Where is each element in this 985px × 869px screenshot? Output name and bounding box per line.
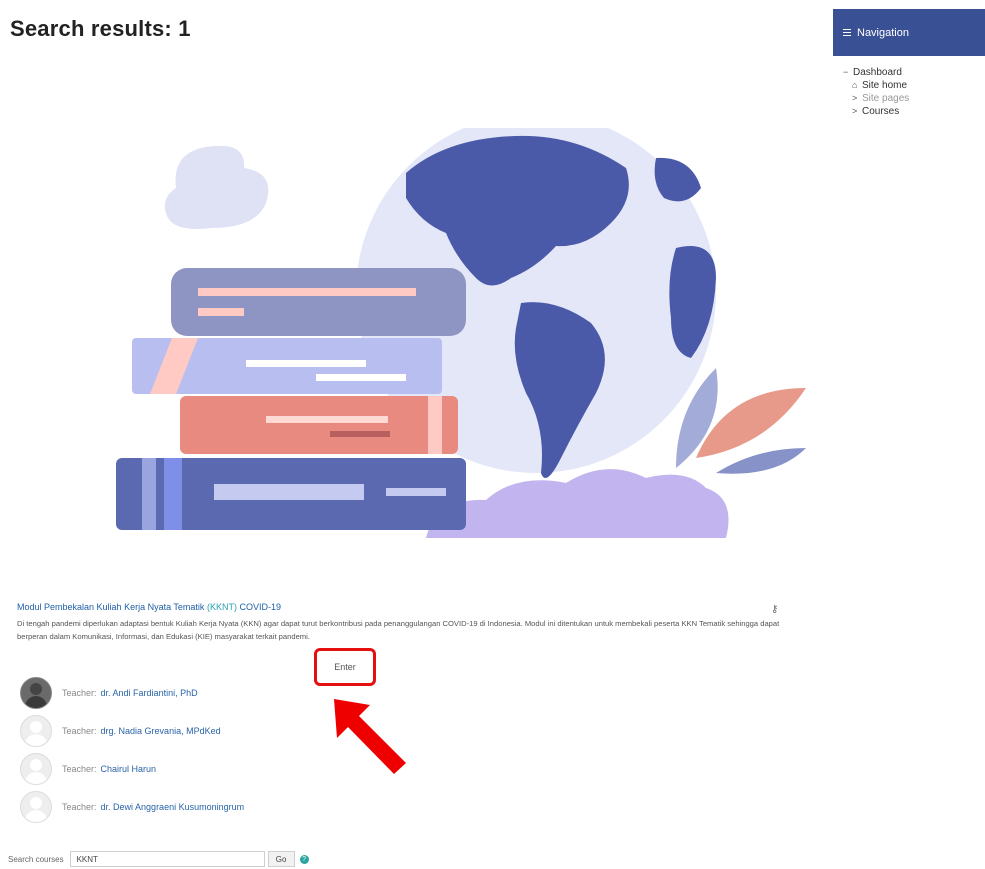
nav-item-label: Site pages [862, 93, 910, 104]
search-label: Search courses [8, 854, 64, 864]
teacher-item: Teacher: dr. Dewi Anggraeni Kusumoningru… [20, 789, 340, 825]
navigation-header[interactable]: Navigation [833, 9, 985, 56]
course-summary: Di tengah pandemi diperlukan adaptasi be… [17, 619, 780, 641]
book-bottom-stripe-2 [386, 488, 446, 496]
avatar[interactable] [20, 715, 52, 747]
expand-icon: > [852, 93, 858, 103]
expand-icon: > [852, 106, 858, 116]
teacher-item: Teacher: Chairul Harun [20, 751, 340, 787]
book-third [180, 396, 458, 454]
navigation-block: Navigation − Dashboard ⌂ Site home > Site p… [833, 9, 985, 118]
search-input[interactable] [69, 851, 265, 867]
teacher-name-link[interactable]: dr. Andi Fardiantini, PhD [101, 688, 198, 698]
nav-item-label: Courses [862, 106, 900, 117]
book-top-stripe-short [198, 308, 244, 316]
cloud-shape [164, 145, 269, 229]
book-top-stripe [198, 288, 416, 296]
teacher-role: Teacher: [62, 688, 97, 698]
course-image[interactable] [116, 128, 816, 538]
teacher-name-link[interactable]: Chairul Harun [101, 764, 157, 774]
course-title-link[interactable]: Modul Pembekalan Kuliah Kerja Nyata Tema… [17, 602, 782, 612]
navigation-title: Navigation [857, 26, 909, 39]
nav-item-label: Site home [862, 80, 908, 91]
nav-item-label: Dashboard [853, 67, 902, 78]
leaf-blue-2 [716, 448, 806, 474]
book-bottom-band-2 [164, 458, 182, 530]
book-second-stripe [246, 360, 366, 367]
nav-item-site-home[interactable]: ⌂ Site home [833, 79, 985, 92]
teacher-item: Teacher: drg. Nadia Grevania, MPdKed [20, 713, 340, 749]
book-third-stripe-2 [330, 431, 390, 437]
go-button[interactable]: Go [267, 851, 295, 867]
help-icon[interactable]: ? [299, 854, 309, 864]
book-third-band [428, 396, 442, 454]
home-icon: ⌂ [852, 80, 858, 90]
teacher-name-link[interactable]: drg. Nadia Grevania, MPdKed [101, 726, 221, 736]
course-title-prefix: Modul Pembekalan Kuliah Kerja Nyata Tema… [17, 602, 205, 612]
avatar[interactable] [20, 753, 52, 785]
book-bottom-stripe [214, 484, 364, 500]
course-title-suffix: COVID-19 [239, 602, 281, 612]
page-title: Search results: 1 [10, 16, 191, 41]
avatar[interactable] [20, 791, 52, 823]
book-second-stripe-2 [316, 374, 406, 381]
search-courses-form: Search courses Go ? [8, 851, 309, 867]
book-third-stripe [266, 416, 388, 423]
enter-button[interactable]: Enter [314, 648, 376, 686]
avatar[interactable] [20, 677, 52, 709]
teacher-role: Teacher: [62, 802, 97, 812]
navigation-tree: − Dashboard ⌂ Site home > Site pages > Cours… [833, 66, 985, 118]
book-top [171, 268, 466, 336]
teacher-item: Teacher: dr. Andi Fardiantini, PhD [20, 675, 340, 711]
teacher-role: Teacher: [62, 726, 97, 736]
nav-item-courses[interactable]: > Courses [833, 105, 985, 118]
annotation-arrow-icon [334, 699, 406, 774]
teacher-role: Teacher: [62, 764, 97, 774]
book-bottom-band [142, 458, 156, 530]
teacher-name-link[interactable]: dr. Dewi Anggraeni Kusumoningrum [101, 802, 245, 812]
continent-greenland [654, 157, 701, 202]
menu-icon [843, 27, 851, 38]
course-title-highlight: (KKNT) [206, 602, 237, 612]
self-enrol-key-icon: ⚷ [771, 604, 779, 615]
bush-shape [426, 469, 729, 538]
nav-item-site-pages[interactable]: > Site pages [833, 92, 985, 105]
nav-item-dashboard[interactable]: − Dashboard [833, 66, 985, 79]
collapse-icon: − [843, 67, 849, 77]
